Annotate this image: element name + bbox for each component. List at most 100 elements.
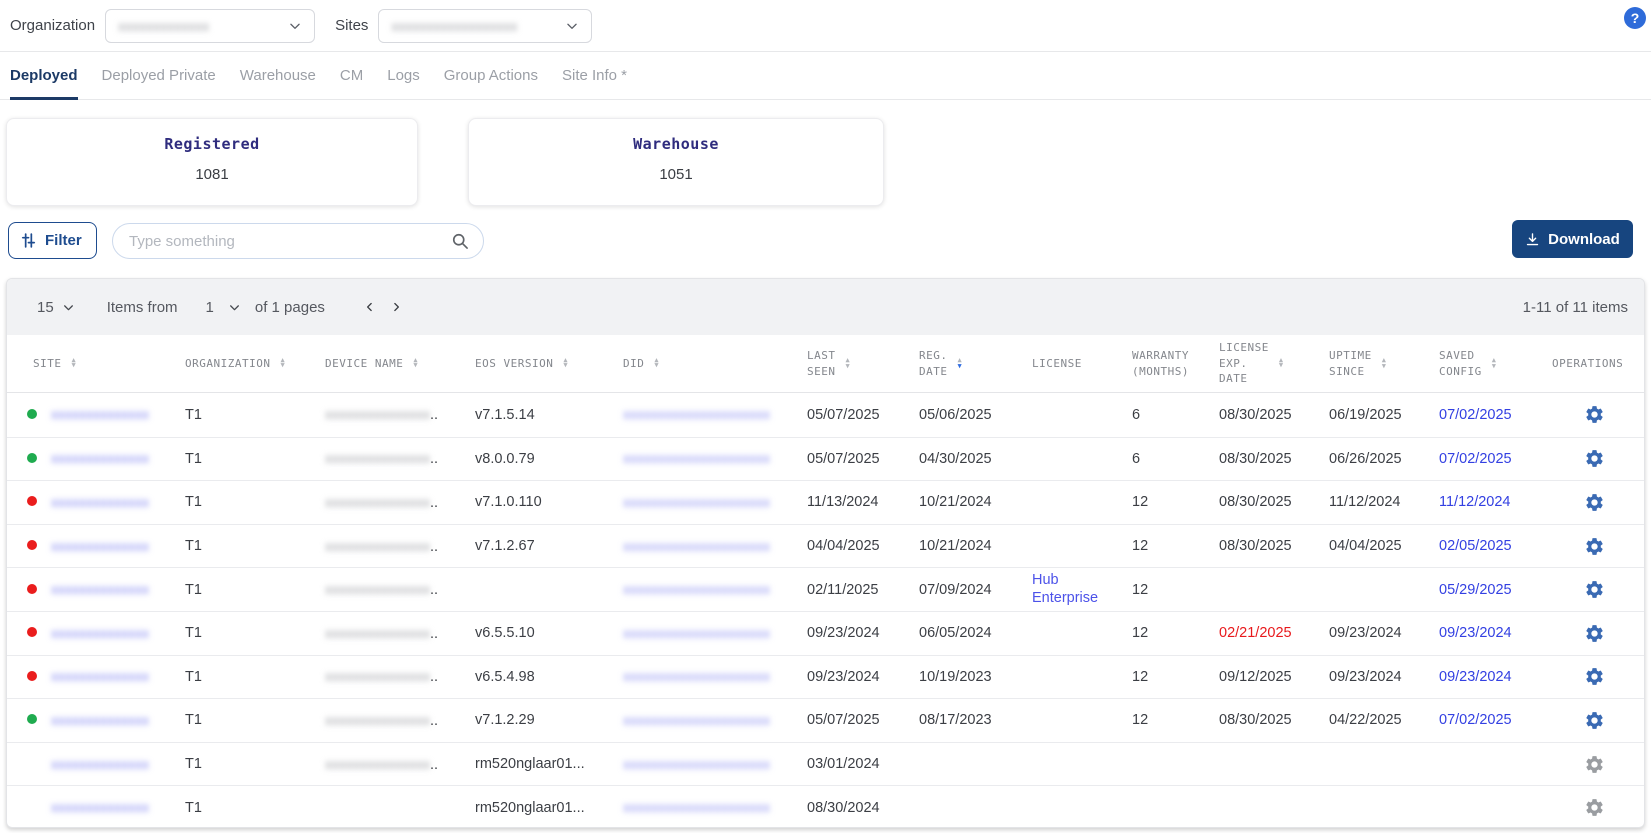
tab-deployed[interactable]: Deployed: [10, 52, 78, 99]
saved-config-cell: 07/02/2025: [1431, 451, 1544, 467]
search-icon[interactable]: [450, 231, 470, 256]
sort-icon[interactable]: ▲▼: [563, 358, 568, 369]
col-header-saved-config[interactable]: SAVED CONFIG ▲▼: [1431, 348, 1544, 379]
saved-config-link[interactable]: 05/29/2025: [1439, 582, 1512, 598]
col-header-did[interactable]: DID ▲▼: [615, 356, 799, 371]
operations-gear-icon[interactable]: [1584, 710, 1605, 731]
site-link[interactable]: xxxxxxxxxxxxxx: [51, 406, 149, 422]
table-row: xxxxxxxxxxxxxx T1 xxxxxxxxxxxxxxx.. v7.1…: [7, 698, 1644, 742]
site-link[interactable]: xxxxxxxxxxxxxx: [51, 799, 149, 815]
operations-gear-icon[interactable]: [1584, 754, 1605, 775]
operations-gear-icon[interactable]: [1584, 536, 1605, 557]
tab-warehouse[interactable]: Warehouse: [240, 52, 316, 99]
operations-gear-icon[interactable]: [1584, 404, 1605, 425]
license-cell: [1024, 800, 1124, 816]
last-seen-cell: 09/23/2024: [799, 669, 911, 685]
license-cell: Hub Enterprise: [1024, 572, 1124, 607]
saved-config-link[interactable]: 09/23/2024: [1439, 625, 1512, 641]
tab-site-info[interactable]: Site Info *: [562, 52, 627, 99]
page-size-value[interactable]: 15: [37, 299, 54, 316]
items-range-label: 1-11 of 11 items: [1523, 299, 1628, 316]
last-seen-cell: 05/07/2025: [799, 407, 911, 423]
col-header-last-seen[interactable]: LAST SEEN ▲▼: [799, 348, 911, 379]
status-dot: [27, 714, 37, 724]
sort-icon[interactable]: ▲▼: [846, 358, 851, 369]
sort-icon[interactable]: ▲▼: [1492, 358, 1497, 369]
operations-gear-icon[interactable]: [1584, 666, 1605, 687]
col-header-device-name[interactable]: DEVICE NAME ▲▼: [317, 356, 467, 371]
current-page-value[interactable]: 1: [206, 299, 214, 316]
sites-select[interactable]: xxxxxxxxxxxxxxxxxx: [378, 9, 592, 43]
license-exp-date-cell: 08/30/2025: [1211, 494, 1321, 510]
filter-sliders-icon: [20, 232, 37, 249]
saved-config-link[interactable]: 07/02/2025: [1439, 712, 1512, 728]
organization-cell: T1: [177, 582, 317, 598]
site-link[interactable]: xxxxxxxxxxxxxx: [51, 450, 149, 466]
col-header-site[interactable]: SITE ▲▼: [7, 356, 177, 371]
site-link[interactable]: xxxxxxxxxxxxxx: [51, 712, 149, 728]
table-body: xxxxxxxxxxxxxx T1 xxxxxxxxxxxxxxx.. v7.1…: [7, 393, 1644, 828]
download-button[interactable]: Download: [1512, 220, 1633, 258]
saved-config-link[interactable]: 07/02/2025: [1439, 451, 1512, 467]
operations-gear-icon[interactable]: [1584, 797, 1605, 818]
col-header-eos-version[interactable]: EOS VERSION ▲▼: [467, 356, 615, 371]
eos-version-cell: v7.1.0.110: [467, 494, 615, 510]
license-link[interactable]: Hub Enterprise: [1032, 572, 1118, 607]
col-header-uptime-since[interactable]: UPTIME SINCE ▲▼: [1321, 348, 1431, 379]
download-icon: [1525, 232, 1540, 247]
filter-button[interactable]: Filter: [8, 222, 97, 259]
col-header-license-exp-date[interactable]: LICENSE EXP. DATE ▲▼: [1211, 340, 1321, 386]
uptime-since-cell: 09/23/2024: [1321, 669, 1431, 685]
search-input[interactable]: [112, 223, 484, 259]
col-header-organization[interactable]: ORGANIZATION ▲▼: [177, 356, 317, 371]
eos-version-cell: v6.5.5.10: [467, 625, 615, 641]
col-header-operations: OPERATIONS: [1544, 356, 1644, 371]
organization-value: xxxxxxxxxxxxx: [118, 18, 209, 34]
chevron-down-icon[interactable]: [62, 301, 75, 314]
license-exp-date-cell: 08/30/2025: [1211, 407, 1321, 423]
operations-gear-icon[interactable]: [1584, 623, 1605, 644]
status-dot: [27, 496, 37, 506]
uptime-since-cell: 06/26/2025: [1321, 451, 1431, 467]
warranty-cell: 12: [1124, 712, 1211, 728]
site-link[interactable]: xxxxxxxxxxxxxx: [51, 756, 149, 772]
site-link[interactable]: xxxxxxxxxxxxxx: [51, 538, 149, 554]
saved-config-link[interactable]: 09/23/2024: [1439, 669, 1512, 685]
license-cell: [1024, 451, 1124, 467]
device-name-cell: xxxxxxxxxxxxxxx..: [317, 712, 467, 729]
site-link[interactable]: xxxxxxxxxxxxxx: [51, 625, 149, 641]
tab-bar: Deployed Deployed Private Warehouse CM L…: [0, 52, 1651, 100]
tab-logs[interactable]: Logs: [387, 52, 420, 99]
sites-value: xxxxxxxxxxxxxxxxxx: [391, 18, 517, 34]
tab-deployed-private[interactable]: Deployed Private: [102, 52, 216, 99]
tab-group-actions[interactable]: Group Actions: [444, 52, 538, 99]
sort-icon[interactable]: ▲▼: [958, 358, 963, 369]
site-link[interactable]: xxxxxxxxxxxxxx: [51, 494, 149, 510]
site-link[interactable]: xxxxxxxxxxxxxx: [51, 581, 149, 597]
help-button[interactable]: ?: [1624, 7, 1646, 29]
saved-config-link[interactable]: 02/05/2025: [1439, 538, 1512, 554]
site-link[interactable]: xxxxxxxxxxxxxx: [51, 668, 149, 684]
status-dot: [27, 584, 37, 594]
sort-icon[interactable]: ▲▼: [72, 358, 77, 369]
sort-icon[interactable]: ▲▼: [1279, 358, 1284, 369]
col-header-reg-date[interactable]: REG. DATE ▲▼: [911, 348, 1024, 379]
sort-icon[interactable]: ▲▼: [654, 358, 659, 369]
sort-icon[interactable]: ▲▼: [280, 358, 285, 369]
chevron-down-icon[interactable]: [228, 301, 241, 314]
sort-icon[interactable]: ▲▼: [413, 358, 418, 369]
tab-cm[interactable]: CM: [340, 52, 363, 99]
eos-version-cell: rm520nglaar01...: [467, 756, 615, 772]
operations-gear-icon[interactable]: [1584, 579, 1605, 600]
previous-page-button[interactable]: [357, 296, 383, 318]
did-cell: xxxxxxxxxxxxxxxxxxxxx: [615, 799, 799, 816]
search-box: [112, 223, 484, 259]
saved-config-link[interactable]: 11/12/2024: [1439, 494, 1511, 510]
sort-icon[interactable]: ▲▼: [1382, 358, 1387, 369]
next-page-button[interactable]: [383, 296, 409, 318]
organization-select[interactable]: xxxxxxxxxxxxx: [105, 9, 315, 43]
saved-config-link[interactable]: 07/02/2025: [1439, 407, 1512, 423]
operations-gear-icon[interactable]: [1584, 448, 1605, 469]
device-name-cell: xxxxxxxxxxxxxxx..: [317, 406, 467, 423]
operations-gear-icon[interactable]: [1584, 492, 1605, 513]
